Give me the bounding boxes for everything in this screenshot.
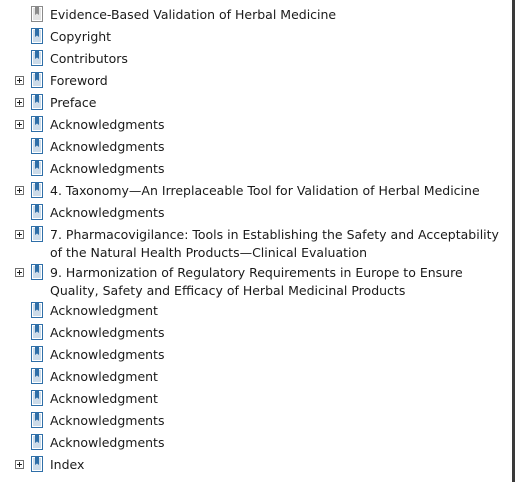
- bookmark-item[interactable]: Acknowledgments: [0, 408, 512, 430]
- bookmark-label: Evidence-Based Validation of Herbal Medi…: [50, 7, 337, 22]
- bookmark-icon: [31, 412, 43, 428]
- bookmark-label: Acknowledgments: [50, 435, 165, 450]
- bookmark-item[interactable]: Acknowledgment: [0, 364, 512, 386]
- bookmark-item[interactable]: Acknowledgments: [0, 342, 512, 364]
- expand-plus-icon[interactable]: [15, 186, 24, 195]
- bookmark-label: Acknowledgment: [50, 391, 158, 406]
- bookmark-label: Acknowledgments: [50, 117, 165, 132]
- bookmark-item[interactable]: Evidence-Based Validation of Herbal Medi…: [0, 2, 512, 24]
- bookmark-icon: [31, 182, 43, 198]
- bookmark-label: 9. Harmonization of Regulatory Requireme…: [50, 265, 463, 298]
- bookmark-icon: [31, 116, 43, 132]
- bookmark-icon: [31, 226, 43, 242]
- bookmark-item[interactable]: Copyright: [0, 24, 512, 46]
- bookmark-item[interactable]: 9. Harmonization of Regulatory Requireme…: [0, 260, 512, 298]
- bookmark-item[interactable]: Acknowledgments: [0, 320, 512, 342]
- bookmark-label: Acknowledgments: [50, 413, 165, 428]
- bookmark-item[interactable]: Index: [0, 452, 512, 474]
- bookmark-label: Foreword: [50, 73, 108, 88]
- bookmark-icon: [31, 346, 43, 362]
- bookmark-label: 7. Pharmacovigilance: Tools in Establish…: [50, 227, 499, 260]
- bookmark-item[interactable]: Acknowledgments: [0, 112, 512, 134]
- bookmark-item[interactable]: Contributors: [0, 46, 512, 68]
- bookmark-icon: [31, 390, 43, 406]
- bookmark-item[interactable]: Acknowledgments: [0, 134, 512, 156]
- bookmark-gray-icon: [31, 6, 43, 22]
- bookmark-icon: [31, 368, 43, 384]
- expand-plus-icon[interactable]: [15, 460, 24, 469]
- bookmark-label: Acknowledgments: [50, 161, 165, 176]
- bookmark-label: Preface: [50, 95, 97, 110]
- expand-plus-icon[interactable]: [15, 98, 24, 107]
- bookmark-icon: [31, 264, 43, 280]
- expand-plus-icon[interactable]: [15, 268, 24, 277]
- bookmark-label: Acknowledgment: [50, 369, 158, 384]
- expand-plus-icon[interactable]: [15, 230, 24, 239]
- bookmark-label: Acknowledgments: [50, 325, 165, 340]
- bookmark-icon: [31, 28, 43, 44]
- bookmark-item[interactable]: Acknowledgments: [0, 200, 512, 222]
- bookmark-label: Acknowledgments: [50, 139, 165, 154]
- bookmark-icon: [31, 94, 43, 110]
- bookmark-icon: [31, 72, 43, 88]
- expand-plus-icon[interactable]: [15, 120, 24, 129]
- bookmark-icon: [31, 138, 43, 154]
- bookmark-icon: [31, 50, 43, 66]
- bookmark-icon: [31, 160, 43, 176]
- bookmark-item[interactable]: 4. Taxonomy—An Irreplaceable Tool for Va…: [0, 178, 512, 200]
- bookmark-item[interactable]: 7. Pharmacovigilance: Tools in Establish…: [0, 222, 512, 260]
- bookmark-icon: [31, 434, 43, 450]
- bookmark-item[interactable]: Acknowledgment: [0, 386, 512, 408]
- bookmark-label: Acknowledgments: [50, 205, 165, 220]
- bookmark-label: Acknowledgment: [50, 303, 158, 318]
- bookmark-item[interactable]: Acknowledgments: [0, 156, 512, 178]
- bookmark-label: 4. Taxonomy—An Irreplaceable Tool for Va…: [50, 183, 480, 198]
- bookmark-item[interactable]: Acknowledgments: [0, 430, 512, 452]
- bookmark-item[interactable]: Acknowledgment: [0, 298, 512, 320]
- bookmark-label: Copyright: [50, 29, 112, 44]
- expand-plus-icon[interactable]: [15, 76, 24, 85]
- bookmark-label: Acknowledgments: [50, 347, 165, 362]
- bookmark-label: Contributors: [50, 51, 128, 66]
- bookmark-icon: [31, 204, 43, 220]
- bookmark-item[interactable]: Foreword: [0, 68, 512, 90]
- bookmark-item[interactable]: Preface: [0, 90, 512, 112]
- bookmarks-panel: Evidence-Based Validation of Herbal Medi…: [0, 0, 512, 482]
- bookmark-icon: [31, 324, 43, 340]
- bookmark-icon: [31, 456, 43, 472]
- bookmark-label: Index: [50, 457, 85, 472]
- bookmark-icon: [31, 302, 43, 318]
